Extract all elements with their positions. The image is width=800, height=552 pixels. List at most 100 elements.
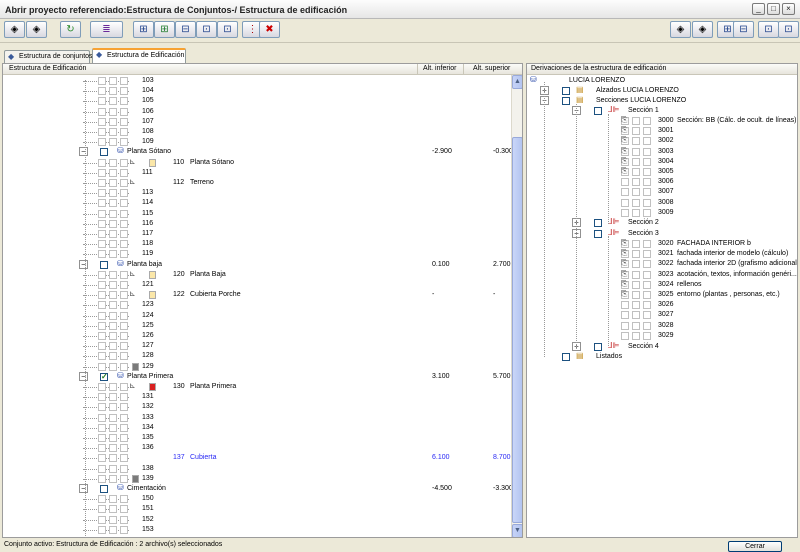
grid-cell[interactable] [621, 198, 629, 207]
tags-button[interactable]: ◈ [26, 21, 47, 38]
grid-cell[interactable] [109, 291, 117, 300]
derivation-row[interactable]: ⎘ 3021 fachada interior de modelo (cálculo… [527, 249, 797, 259]
grid-cell[interactable] [643, 147, 651, 156]
close-button[interactable]: Cerrar [728, 541, 782, 552]
tree-remove-right-button[interactable]: ⊟ [733, 21, 754, 38]
node-checkbox[interactable] [594, 230, 602, 238]
grid-cell[interactable] [632, 301, 640, 310]
table-row[interactable]: ⊾ 120 Planta Baja [3, 269, 522, 280]
derivation-row[interactable]: 3006 [527, 177, 797, 187]
grid-cell[interactable] [109, 230, 117, 238]
table-row[interactable]: 131 [3, 392, 522, 402]
grid-cell[interactable] [120, 240, 128, 249]
grid-cell[interactable] [120, 352, 128, 361]
table-row[interactable]: 139 [3, 474, 522, 484]
grid-cell[interactable] [109, 138, 117, 147]
derivation-row[interactable]: ⎘ 3025 entorno (plantas , personas, etc.) [527, 290, 797, 300]
derivation-row[interactable]: ⎘ 3020 FACHADA INTERIOR b [527, 239, 797, 249]
grid-cell[interactable] [109, 413, 117, 422]
grid-cell[interactable] [120, 515, 128, 524]
table-row[interactable]: 126 [3, 331, 522, 341]
grid-cell[interactable] [120, 107, 128, 116]
grid-cell[interactable] [109, 352, 117, 361]
grid-cell[interactable] [109, 240, 117, 249]
grid-cell[interactable] [109, 311, 117, 320]
grid-cell[interactable] [643, 260, 651, 269]
tree-collapse-button[interactable]: ⊡ [217, 21, 238, 38]
grid-cell[interactable] [632, 188, 640, 197]
derivation-row[interactable]: 3029 [527, 331, 797, 341]
grid-cell[interactable] [98, 383, 106, 391]
grid-cell[interactable] [109, 454, 117, 463]
grid-cell[interactable] [98, 189, 106, 198]
grid-cell[interactable] [109, 403, 117, 412]
tree-node-listados[interactable]: ▤ Listados [527, 352, 797, 362]
grid-cell[interactable] [643, 291, 651, 299]
table-row[interactable]: 132 [3, 402, 522, 412]
grid-cell[interactable] [643, 127, 651, 136]
grid-cell[interactable] [109, 219, 117, 228]
grid-cell[interactable] [621, 301, 629, 310]
grid-cell[interactable] [643, 208, 651, 217]
tree-root[interactable]: ⛁ LUCIA LORENZO [527, 76, 797, 86]
grid-cell[interactable] [98, 199, 106, 208]
delete-button[interactable]: ✖ [259, 21, 280, 38]
derivation-row[interactable]: ⎘ 3004 [527, 156, 797, 167]
table-row[interactable]: 116 [3, 219, 522, 229]
table-row[interactable]: 138 [3, 464, 522, 474]
floor-checkbox[interactable] [100, 260, 108, 269]
tree-node-alzados[interactable]: + ▤ Alzados LUCIA LORENZO [527, 86, 797, 96]
grid-cell[interactable] [120, 423, 128, 432]
derivation-row[interactable]: ⎘ 3003 [527, 146, 797, 157]
grid-cell[interactable] [120, 525, 128, 534]
collapse-toggle[interactable]: − [79, 147, 88, 157]
scroll-down-button[interactable]: ▼ [512, 524, 522, 537]
grid-cell[interactable] [632, 157, 640, 166]
table-row[interactable]: 117 [3, 229, 522, 239]
grid-cell[interactable] [120, 301, 128, 310]
grid-cell[interactable] [621, 208, 629, 217]
grid-cell[interactable] [120, 128, 128, 136]
derivation-row[interactable]: ⎘ 3001 [527, 126, 797, 136]
table-row[interactable]: ⊾ 112 Terreno [3, 178, 522, 188]
grid-cell[interactable] [643, 240, 651, 248]
grid-cell[interactable] [98, 97, 106, 106]
minimize-button[interactable]: _ [752, 3, 765, 15]
grid-cell[interactable] [632, 291, 640, 299]
tree-node-seccion-4[interactable]: + ⅃⊫ Sección 4 [527, 342, 797, 352]
grid-cell[interactable] [109, 434, 117, 442]
grid-cell[interactable] [98, 393, 106, 402]
tree-collapse-right-button[interactable]: ⊡ [778, 21, 799, 38]
header-name[interactable]: Estructura de Edificación [9, 64, 86, 74]
derivation-row[interactable]: 3027 [527, 310, 797, 320]
node-checkbox[interactable] [594, 343, 602, 351]
grid-cell[interactable] [120, 97, 128, 106]
tag-button[interactable]: ◈ [4, 21, 25, 38]
tree-node-secciones[interactable]: − ▤ Secciones LUCIA LORENZO [527, 96, 797, 106]
grid-cell[interactable] [109, 87, 117, 96]
grid-cell[interactable] [120, 291, 128, 300]
grid-cell[interactable] [98, 434, 106, 442]
grid-cell[interactable] [632, 280, 640, 289]
table-row[interactable]: 125 [3, 321, 522, 331]
grid-cell[interactable] [98, 423, 106, 432]
grid-cell[interactable] [98, 291, 106, 300]
grid-cell[interactable] [643, 178, 651, 187]
derivation-row[interactable]: 3026 [527, 300, 797, 310]
table-row[interactable]: 118 [3, 239, 522, 249]
table-row[interactable]: 134 [3, 423, 522, 433]
grid-cell[interactable] [120, 250, 128, 259]
grid-cell[interactable] [632, 127, 640, 136]
grid-cell[interactable] [643, 280, 651, 289]
grid-cell[interactable] [109, 250, 117, 259]
floor-row[interactable]: − ⛁ Cimentación -4.500 -3.300 [3, 484, 522, 494]
table-row[interactable]: 115 [3, 209, 522, 219]
grid-cell[interactable] [632, 137, 640, 146]
grid-cell[interactable] [98, 250, 106, 259]
grid-cell[interactable] [621, 331, 629, 340]
table-row[interactable]: ⊾ 110 Planta Sótano [3, 157, 522, 168]
grid-cell[interactable] [98, 128, 106, 136]
grid-cell[interactable] [98, 230, 106, 238]
node-checkbox[interactable] [594, 107, 602, 115]
grid-cell[interactable] [98, 332, 106, 340]
